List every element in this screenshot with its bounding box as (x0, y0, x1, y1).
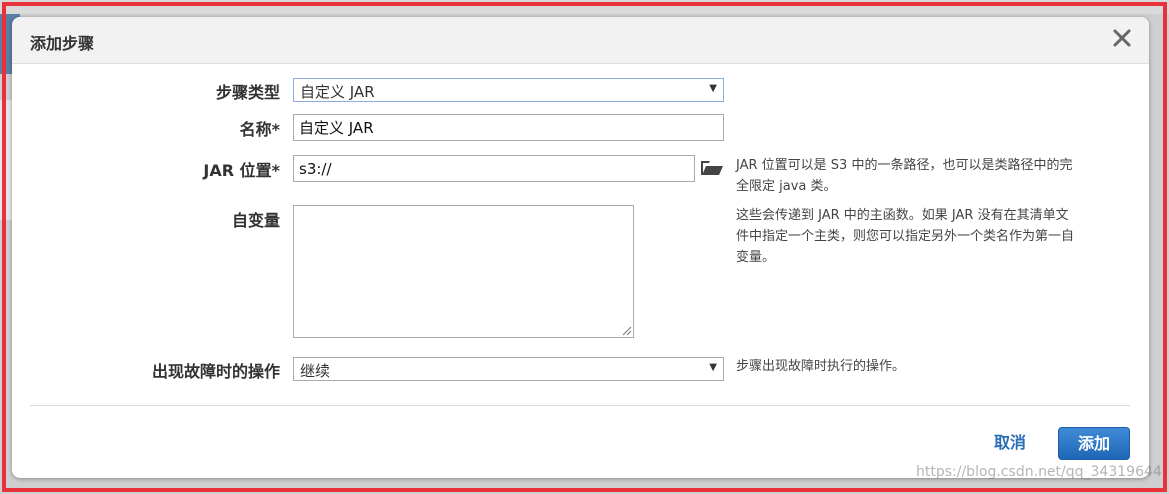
arguments-help: 这些会传递到 JAR 中的主函数。如果 JAR 没有在其清单文 件中指定一个主类… (736, 205, 1131, 268)
arguments-label: 自变量 (231, 211, 280, 230)
jar-location-label: JAR 位置* (203, 161, 280, 180)
jar-location-help: JAR 位置可以是 S3 中的一条路径，也可以是类路径中的完 全限定 java … (736, 155, 1131, 197)
name-label: 名称* (239, 120, 280, 139)
arguments-textarea[interactable] (293, 205, 634, 338)
jar-location-help-line: 全限定 java 类。 (736, 179, 837, 194)
chevron-down-icon: ▼ (709, 362, 717, 373)
divider (30, 405, 1130, 406)
resize-handle-icon[interactable] (622, 326, 632, 336)
arguments-help-line: 变量。 (736, 250, 776, 265)
jar-location-input[interactable] (293, 155, 695, 182)
folder-open-icon[interactable] (700, 158, 724, 177)
dialog-header: 添加步骤 (12, 17, 1149, 64)
dialog-title: 添加步骤 (30, 34, 95, 53)
action-on-failure-select[interactable]: 继续 ▼ (293, 357, 724, 381)
step-type-select[interactable]: 自定义 JAR ▼ (293, 78, 724, 102)
step-type-value: 自定义 JAR (300, 83, 375, 101)
arguments-help-line: 件中指定一个主类，则您可以指定另外一个类名作为第一自 (736, 229, 1075, 244)
cancel-button[interactable]: 取消 (980, 427, 1040, 459)
close-icon[interactable] (1111, 27, 1133, 49)
arguments-help-line: 这些会传递到 JAR 中的主函数。如果 JAR 没有在其清单文 (736, 208, 1069, 223)
add-step-dialog: 添加步骤 步骤类型 自定义 JAR ▼ 名称* JAR 位置* JAR 位置可以… (12, 17, 1149, 478)
action-on-failure-value: 继续 (300, 362, 331, 380)
name-input[interactable] (293, 114, 724, 141)
action-on-failure-label: 出现故障时的操作 (151, 362, 280, 381)
watermark: https://blog.csdn.net/qq_34319644 (916, 464, 1162, 480)
add-button[interactable]: 添加 (1058, 427, 1130, 460)
background-page-top (0, 0, 1169, 14)
step-type-label: 步骤类型 (215, 83, 280, 102)
chevron-down-icon: ▼ (709, 83, 717, 94)
jar-location-help-line: JAR 位置可以是 S3 中的一条路径，也可以是类路径中的完 (736, 158, 1073, 173)
action-on-failure-help: 步骤出现故障时执行的操作。 (736, 359, 906, 374)
